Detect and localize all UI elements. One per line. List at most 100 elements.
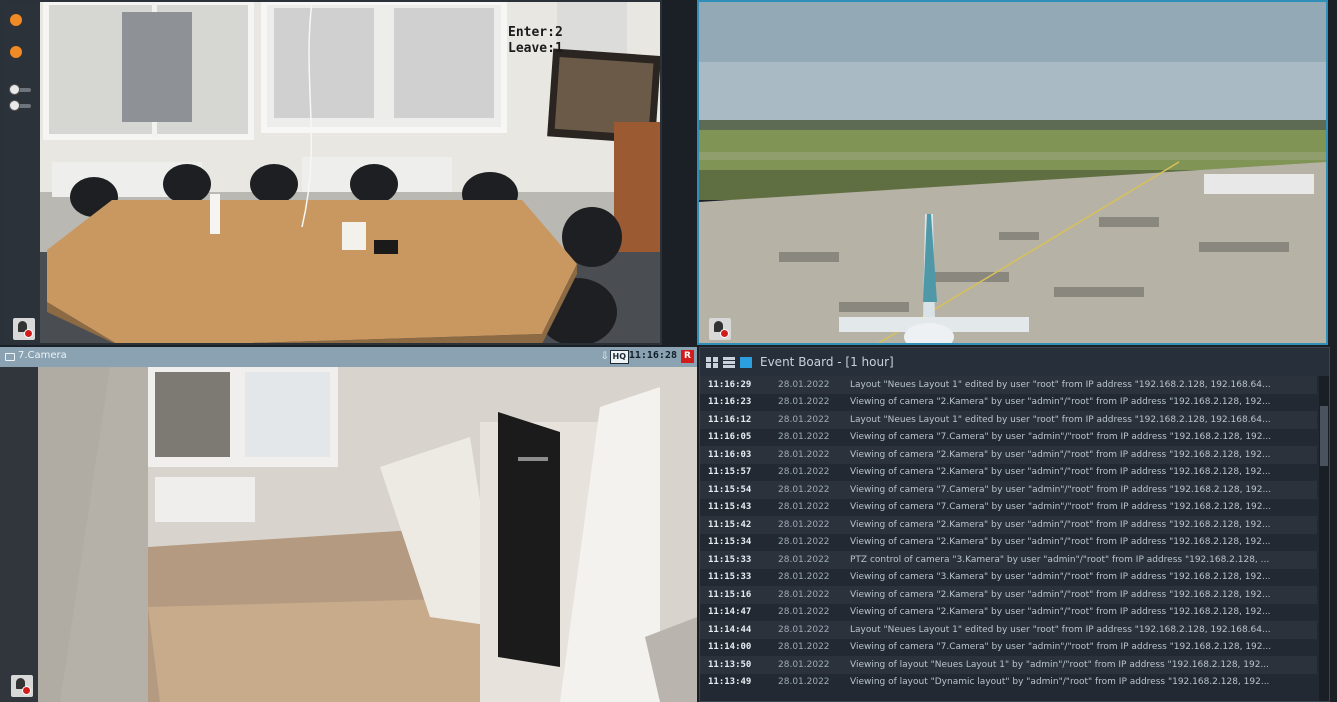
event-date: 28.01.2022: [778, 502, 830, 513]
event-message: Viewing of camera "2.Kamera" by user "ad…: [850, 537, 1271, 548]
camera-time: 11:16:28: [628, 350, 677, 361]
event-message: Viewing of camera "3.Kamera" by user "ad…: [850, 572, 1271, 583]
event-row[interactable]: 11:13:50 28.01.2022 Viewing of layout "Neu…: [700, 656, 1317, 674]
event-row[interactable]: 11:16:29 28.01.2022 Layout "Neues Layout 1…: [700, 376, 1317, 394]
event-date: 28.01.2022: [778, 677, 830, 688]
event-time: 11:15:54: [708, 484, 752, 495]
event-date: 28.01.2022: [778, 467, 830, 478]
camera-header: 7.Camera ⇩ HQ 11:16:28 R: [0, 347, 697, 367]
event-message: Layout "Neues Layout 1" edited by user "…: [850, 414, 1271, 425]
camera-title[interactable]: 7.Camera: [18, 350, 67, 361]
event-row[interactable]: 11:15:16 28.01.2022 Viewing of camera "2.K…: [700, 586, 1317, 604]
event-row[interactable]: 11:14:00 28.01.2022 Viewing of camera "7.C…: [700, 638, 1317, 656]
event-message: Viewing of camera "2.Kamera" by user "ad…: [850, 589, 1271, 600]
event-row[interactable]: 11:16:05 28.01.2022 Viewing of camera "7.C…: [700, 428, 1317, 446]
event-row[interactable]: 11:14:47 28.01.2022 Viewing of camera "2.K…: [700, 603, 1317, 621]
event-date: 28.01.2022: [778, 449, 830, 460]
event-board-panel: Event Board - [1 hour] 11:16:29 28.01.202…: [699, 347, 1330, 702]
event-date: 28.01.2022: [778, 537, 830, 548]
event-message: Viewing of camera "7.Camera" by user "ad…: [850, 432, 1272, 443]
event-row[interactable]: 11:15:54 28.01.2022 Viewing of camera "7.C…: [700, 481, 1317, 499]
event-time: 11:15:57: [708, 467, 752, 478]
event-row[interactable]: 11:16:23 28.01.2022 Viewing of camera "2.K…: [700, 393, 1317, 411]
camera-feed-meeting-room: [2, 2, 660, 343]
event-time: 11:15:42: [708, 519, 752, 530]
camera-tile-stairwell[interactable]: 7.Camera ⇩ HQ 11:16:28 R: [0, 347, 697, 702]
hq-quality-badge[interactable]: HQ: [609, 350, 629, 364]
circle-indicator-icon[interactable]: [10, 14, 22, 26]
blue-square-icon[interactable]: [740, 357, 752, 368]
event-message: Viewing of camera "7.Camera" by user "ad…: [850, 484, 1272, 495]
event-row[interactable]: 11:15:33 28.01.2022 Viewing of camera "3.K…: [700, 568, 1317, 586]
event-date: 28.01.2022: [778, 589, 830, 600]
bell-alarm-icon[interactable]: [709, 318, 731, 340]
event-row[interactable]: 11:15:33 28.01.2022 PTZ control of camera …: [700, 551, 1317, 569]
event-time: 11:15:33: [708, 572, 752, 583]
event-time: 11:15:34: [708, 537, 752, 548]
event-time: 11:16:05: [708, 432, 752, 443]
event-message: Viewing of camera "2.Kamera" by user "ad…: [850, 449, 1271, 460]
bell-alarm-icon[interactable]: [11, 675, 33, 697]
event-time: 11:15:16: [708, 589, 752, 600]
event-date: 28.01.2022: [778, 484, 830, 495]
camera-tile-airport[interactable]: [697, 0, 1328, 345]
event-message: Viewing of layout "Dynamic layout" by "a…: [850, 677, 1270, 688]
event-row[interactable]: 11:15:42 28.01.2022 Viewing of camera "2.K…: [700, 516, 1317, 534]
download-arrow-icon[interactable]: ⇩: [601, 351, 609, 362]
list-layout-icon[interactable]: [723, 357, 735, 368]
event-time: 11:16:03: [708, 449, 752, 460]
counter-enter: Enter:2: [508, 25, 563, 40]
event-message: PTZ control of camera "3.Kamera" by user…: [850, 554, 1270, 565]
event-date: 28.01.2022: [778, 624, 830, 635]
event-date: 28.01.2022: [778, 572, 830, 583]
grid-layout-icon[interactable]: [706, 357, 718, 368]
toggle-icon[interactable]: [9, 84, 33, 95]
event-row[interactable]: 11:15:57 28.01.2022 Viewing of camera "2.K…: [700, 463, 1317, 481]
event-message: Viewing of camera "2.Kamera" by user "ad…: [850, 467, 1271, 478]
event-row[interactable]: 11:13:49 28.01.2022 Viewing of layout "Dyn…: [700, 673, 1317, 691]
tile-control-strip: [0, 367, 38, 702]
event-row[interactable]: 11:16:12 28.01.2022 Layout "Neues Layout 1…: [700, 411, 1317, 429]
record-button[interactable]: R: [681, 350, 694, 363]
event-date: 28.01.2022: [778, 519, 830, 530]
event-time: 11:13:50: [708, 659, 752, 670]
event-list[interactable]: 11:16:29 28.01.2022 Layout "Neues Layout 1…: [700, 376, 1317, 701]
event-board-title: Event Board - [1 hour]: [760, 355, 894, 369]
event-date: 28.01.2022: [778, 659, 830, 670]
event-date: 28.01.2022: [778, 607, 830, 618]
event-time: 11:13:49: [708, 677, 752, 688]
event-date: 28.01.2022: [778, 642, 830, 653]
event-row[interactable]: 11:16:03 28.01.2022 Viewing of camera "2.K…: [700, 446, 1317, 464]
event-time: 11:15:33: [708, 554, 752, 565]
camera-feed-stairwell: [0, 367, 697, 702]
event-list-scrollbar[interactable]: [1319, 376, 1329, 701]
event-row[interactable]: 11:15:34 28.01.2022 Viewing of camera "2.K…: [700, 533, 1317, 551]
event-date: 28.01.2022: [778, 397, 830, 408]
circle-indicator-icon[interactable]: [10, 46, 22, 58]
event-time: 11:14:00: [708, 642, 752, 653]
camera-feed-airport: [699, 2, 1326, 343]
event-row[interactable]: 11:14:44 28.01.2022 Layout "Neues Layout 1…: [700, 621, 1317, 639]
event-time: 11:14:47: [708, 607, 752, 618]
toggle-icon[interactable]: [9, 100, 33, 111]
event-message: Layout "Neues Layout 1" edited by user "…: [850, 624, 1271, 635]
event-message: Viewing of camera "7.Camera" by user "ad…: [850, 502, 1272, 513]
event-message: Viewing of camera "2.Kamera" by user "ad…: [850, 607, 1271, 618]
camera-icon: [5, 353, 15, 361]
event-row[interactable]: 11:15:43 28.01.2022 Viewing of camera "7.C…: [700, 498, 1317, 516]
event-date: 28.01.2022: [778, 554, 830, 565]
camera-tile-meeting-room[interactable]: Enter:2 Leave:1: [0, 0, 662, 345]
event-message: Layout "Neues Layout 1" edited by user "…: [850, 379, 1271, 390]
counter-leave: Leave:1: [508, 41, 563, 56]
event-message: Viewing of camera "2.Kamera" by user "ad…: [850, 397, 1271, 408]
event-message: Viewing of camera "2.Kamera" by user "ad…: [850, 519, 1271, 530]
event-message: Viewing of layout "Neues Layout 1" by "a…: [850, 659, 1270, 670]
scrollbar-thumb[interactable]: [1320, 406, 1328, 466]
event-date: 28.01.2022: [778, 379, 830, 390]
event-time: 11:14:44: [708, 624, 752, 635]
event-message: Viewing of camera "7.Camera" by user "ad…: [850, 642, 1272, 653]
bell-alarm-icon[interactable]: [13, 318, 35, 340]
event-date: 28.01.2022: [778, 414, 830, 425]
event-board-header: Event Board - [1 hour]: [700, 348, 1329, 376]
event-date: 28.01.2022: [778, 432, 830, 443]
